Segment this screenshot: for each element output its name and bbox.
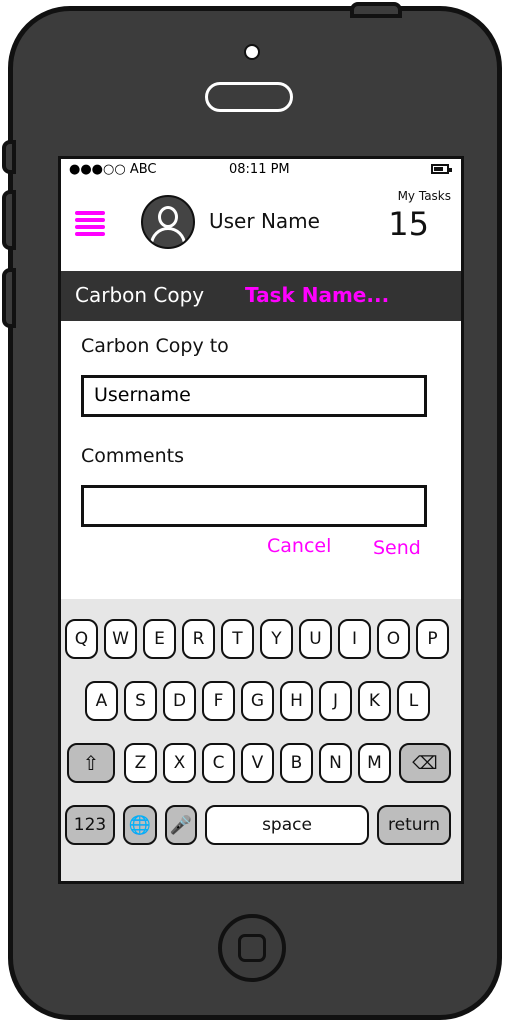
globe-icon[interactable]: 🌐	[123, 805, 157, 845]
key-m[interactable]: M	[358, 743, 391, 783]
comments-field[interactable]	[81, 485, 427, 527]
key-e[interactable]: E	[143, 619, 176, 659]
key-t[interactable]: T	[221, 619, 254, 659]
key-f[interactable]: F	[202, 681, 235, 721]
key-x[interactable]: X	[163, 743, 196, 783]
user-avatar-icon[interactable]	[141, 195, 195, 249]
phone-volume-down-button	[2, 268, 16, 328]
microphone-icon[interactable]: 🎤	[165, 805, 197, 845]
key-d[interactable]: D	[163, 681, 196, 721]
earpiece-speaker	[205, 82, 293, 112]
clock: 08:11 PM	[229, 162, 290, 177]
key-v[interactable]: V	[241, 743, 274, 783]
app-header: User Name My Tasks 15	[61, 183, 461, 271]
key-g[interactable]: G	[241, 681, 274, 721]
key-k[interactable]: K	[358, 681, 391, 721]
screen: ●●●○○ ABC 08:11 PM User Name My Tasks 15…	[58, 156, 464, 884]
key-z[interactable]: Z	[124, 743, 157, 783]
key-y[interactable]: Y	[260, 619, 293, 659]
key-n[interactable]: N	[319, 743, 352, 783]
key-c[interactable]: C	[202, 743, 235, 783]
phone-volume-up-button	[2, 190, 16, 250]
key-s[interactable]: S	[124, 681, 157, 721]
onscreen-keyboard: Q W E R T Y U I O P A S D F G H J K L ⇧ …	[61, 599, 461, 881]
key-h[interactable]: H	[280, 681, 313, 721]
key-a[interactable]: A	[85, 681, 118, 721]
page-title: Carbon Copy	[75, 283, 205, 307]
key-i[interactable]: I	[338, 619, 371, 659]
cc-username-field[interactable]: Username	[81, 375, 427, 417]
key-j[interactable]: J	[319, 681, 352, 721]
title-bar: Carbon Copy Task Name...	[61, 271, 461, 321]
key-r[interactable]: R	[182, 619, 215, 659]
front-camera	[244, 44, 260, 60]
key-p[interactable]: P	[416, 619, 449, 659]
my-tasks-label: My Tasks	[397, 189, 451, 203]
key-w[interactable]: W	[104, 619, 137, 659]
home-button[interactable]	[218, 914, 286, 982]
hamburger-icon[interactable]	[75, 211, 105, 243]
battery-icon	[431, 164, 452, 174]
cc-label: Carbon Copy to	[81, 335, 229, 357]
my-tasks-count[interactable]: 15	[388, 205, 429, 243]
key-l[interactable]: L	[397, 681, 430, 721]
key-q[interactable]: Q	[65, 619, 98, 659]
send-button[interactable]: Send	[373, 537, 421, 559]
user-name[interactable]: User Name	[209, 209, 320, 233]
return-key[interactable]: return	[377, 805, 451, 845]
phone-mute-switch	[2, 140, 16, 174]
task-name: Task Name...	[245, 283, 390, 307]
status-bar: ●●●○○ ABC 08:11 PM	[61, 159, 461, 183]
phone-top-button	[350, 2, 402, 18]
key-b[interactable]: B	[280, 743, 313, 783]
key-o[interactable]: O	[377, 619, 410, 659]
cancel-button[interactable]: Cancel	[267, 535, 331, 557]
shift-icon[interactable]: ⇧	[67, 743, 115, 783]
space-key[interactable]: space	[205, 805, 369, 845]
comments-label: Comments	[81, 445, 184, 467]
carrier-signal: ●●●○○ ABC	[69, 162, 157, 177]
key-u[interactable]: U	[299, 619, 332, 659]
numbers-key[interactable]: 123	[65, 805, 115, 845]
backspace-icon[interactable]: ⌫	[399, 743, 451, 783]
